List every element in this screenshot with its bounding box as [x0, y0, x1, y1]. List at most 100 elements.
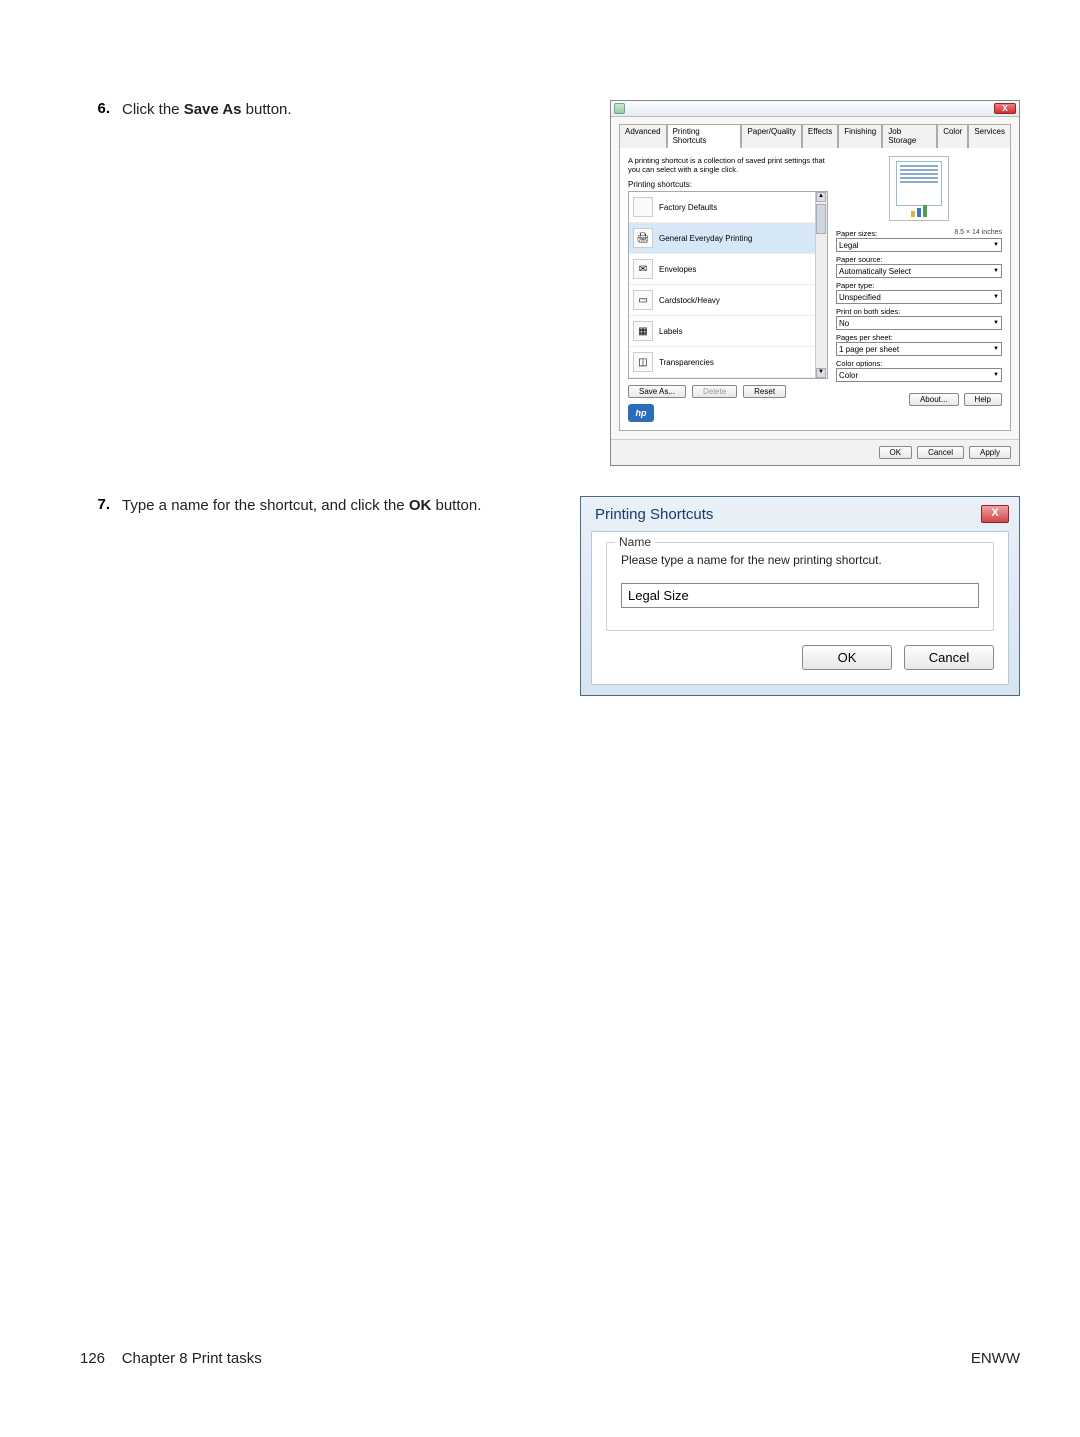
- footer-brand: ENWW: [971, 1350, 1020, 1367]
- everyday-icon: 🖨: [633, 228, 653, 248]
- tab-effects[interactable]: Effects: [802, 124, 838, 148]
- preview-doc-icon: [896, 161, 942, 206]
- help-button[interactable]: Help: [964, 393, 1002, 406]
- name-prompt: Please type a name for the new printing …: [621, 553, 979, 567]
- shortcut-name-input[interactable]: [621, 583, 979, 608]
- chevron-down-icon: ▼: [993, 268, 999, 274]
- paper-sizes-dim: 8.5 × 14 inches: [954, 229, 1002, 238]
- close-button[interactable]: X: [981, 505, 1009, 523]
- ok-button[interactable]: OK: [802, 645, 892, 670]
- shortcut-item-everyday[interactable]: 🖨 General Everyday Printing: [629, 223, 827, 254]
- color-options-value: Color: [839, 371, 858, 380]
- delete-button: Delete: [692, 385, 737, 398]
- pages-per-sheet-field: Pages per sheet: 1 page per sheet▼: [836, 333, 1002, 356]
- step-7-bold: OK: [409, 497, 432, 514]
- shortcut-item-factory[interactable]: Factory Defaults: [629, 192, 827, 223]
- envelope-icon: ✉: [633, 259, 653, 279]
- both-sides-field: Print on both sides: No▼: [836, 307, 1002, 330]
- scroll-thumb[interactable]: [816, 204, 826, 234]
- footer-left: 126 Chapter 8 Print tasks: [80, 1350, 262, 1367]
- paper-source-field: Paper source: Automatically Select ▼: [836, 255, 1002, 278]
- cancel-button[interactable]: Cancel: [904, 645, 994, 670]
- page-number: 126: [80, 1350, 105, 1367]
- cancel-button[interactable]: Cancel: [917, 446, 964, 459]
- paper-source-select[interactable]: Automatically Select ▼: [836, 264, 1002, 278]
- both-sides-label: Print on both sides:: [836, 307, 900, 316]
- right-column: Paper sizes:8.5 × 14 inches Legal▼ Paper…: [836, 156, 1002, 422]
- labels-icon: ▦: [633, 321, 653, 341]
- dialog2-body: Name Please type a name for the new prin…: [591, 531, 1009, 685]
- color-options-label: Color options:: [836, 359, 882, 368]
- page-content: 6. Click the Save As button. X Advanced …: [80, 100, 1020, 726]
- window-icon: [614, 103, 625, 114]
- color-options-select[interactable]: Color ▼: [836, 368, 1002, 382]
- apply-button[interactable]: Apply: [969, 446, 1011, 459]
- chevron-down-icon: ▼: [993, 320, 999, 326]
- preview-chart-icon: [896, 205, 942, 217]
- page-footer: 126 Chapter 8 Print tasks ENWW: [80, 1350, 1020, 1367]
- scrollbar[interactable]: ▲ ▼: [815, 192, 827, 378]
- paper-type-value: Unspecified: [839, 293, 881, 302]
- step-7-text-after: button.: [431, 497, 481, 514]
- shortcut-label: Envelopes: [659, 265, 696, 274]
- chevron-down-icon: ▼: [993, 372, 999, 378]
- tab-printing-shortcuts[interactable]: Printing Shortcuts: [667, 124, 742, 148]
- save-as-button[interactable]: Save As...: [628, 385, 686, 398]
- name-group-label: Name: [615, 535, 655, 549]
- tab-color[interactable]: Color: [937, 124, 968, 148]
- step-7-image: Printing Shortcuts X Name Please type a …: [580, 496, 1020, 696]
- dialog2-buttons: OK Cancel: [606, 645, 994, 670]
- paper-source-label: Paper source:: [836, 255, 883, 264]
- shortcut-list-label: Printing shortcuts:: [628, 180, 828, 189]
- scroll-down-arrow[interactable]: ▼: [816, 368, 826, 378]
- about-button[interactable]: About...: [909, 393, 959, 406]
- shortcut-list[interactable]: Factory Defaults 🖨 General Everyday Prin…: [628, 191, 828, 379]
- paper-type-field: Paper type: Unspecified▼: [836, 281, 1002, 304]
- both-sides-select[interactable]: No▼: [836, 316, 1002, 330]
- shortcut-item-cardstock[interactable]: ▭ Cardstock/Heavy: [629, 285, 827, 316]
- paper-sizes-select[interactable]: Legal ▼: [836, 238, 1002, 252]
- tab-services[interactable]: Services: [968, 124, 1011, 148]
- paper-sizes-value: Legal: [839, 241, 859, 250]
- dialog2-title-text: Printing Shortcuts: [595, 506, 713, 523]
- step-6-text: Click the Save As button.: [110, 100, 490, 120]
- tab-finishing[interactable]: Finishing: [838, 124, 882, 148]
- pages-value: 1 page per sheet: [839, 345, 899, 354]
- reset-button[interactable]: Reset: [743, 385, 786, 398]
- shortcut-label: Factory Defaults: [659, 203, 717, 212]
- chevron-down-icon: ▼: [993, 242, 999, 248]
- dialog-body: Advanced Printing Shortcuts Paper/Qualit…: [611, 117, 1019, 439]
- paper-type-label: Paper type:: [836, 281, 874, 290]
- paper-type-select[interactable]: Unspecified▼: [836, 290, 1002, 304]
- step-7-row: 7. Type a name for the shortcut, and cli…: [80, 496, 1020, 696]
- tab-advanced[interactable]: Advanced: [619, 124, 667, 148]
- step-6-row: 6. Click the Save As button. X Advanced …: [80, 100, 1020, 466]
- step-7-number: 7.: [80, 496, 110, 513]
- tab-paper-quality[interactable]: Paper/Quality: [741, 124, 801, 148]
- factory-icon: [633, 197, 653, 217]
- close-button[interactable]: X: [994, 103, 1016, 114]
- shortcut-label: General Everyday Printing: [659, 234, 752, 243]
- pages-select[interactable]: 1 page per sheet▼: [836, 342, 1002, 356]
- paper-source-value: Automatically Select: [839, 267, 911, 276]
- step-6-text-before: Click the: [122, 101, 184, 118]
- step-6-bold: Save As: [184, 101, 242, 118]
- shortcut-item-envelopes[interactable]: ✉ Envelopes: [629, 254, 827, 285]
- hp-row: hp: [628, 404, 828, 422]
- print-properties-dialog: X Advanced Printing Shortcuts Paper/Qual…: [610, 100, 1020, 466]
- ok-button[interactable]: OK: [879, 446, 913, 459]
- step-7-text-before: Type a name for the shortcut, and click …: [122, 497, 409, 514]
- step-7-text: Type a name for the shortcut, and click …: [110, 496, 490, 516]
- shortcut-item-transparencies[interactable]: ◫ Transparencies: [629, 347, 827, 378]
- paper-sizes-field: Paper sizes:8.5 × 14 inches Legal▼: [836, 229, 1002, 252]
- color-options-field: Color options: Color ▼: [836, 359, 1002, 382]
- left-column: A printing shortcut is a collection of s…: [628, 156, 828, 422]
- transparencies-icon: ◫: [633, 352, 653, 372]
- scroll-up-arrow[interactable]: ▲: [816, 192, 826, 202]
- page-preview: [889, 156, 949, 221]
- step-6-number: 6.: [80, 100, 110, 117]
- shortcut-item-labels[interactable]: ▦ Labels: [629, 316, 827, 347]
- shortcut-buttons-row: Save As... Delete Reset: [628, 385, 828, 398]
- dialog2-titlebar: Printing Shortcuts X: [581, 497, 1019, 529]
- tab-job-storage[interactable]: Job Storage: [882, 124, 937, 148]
